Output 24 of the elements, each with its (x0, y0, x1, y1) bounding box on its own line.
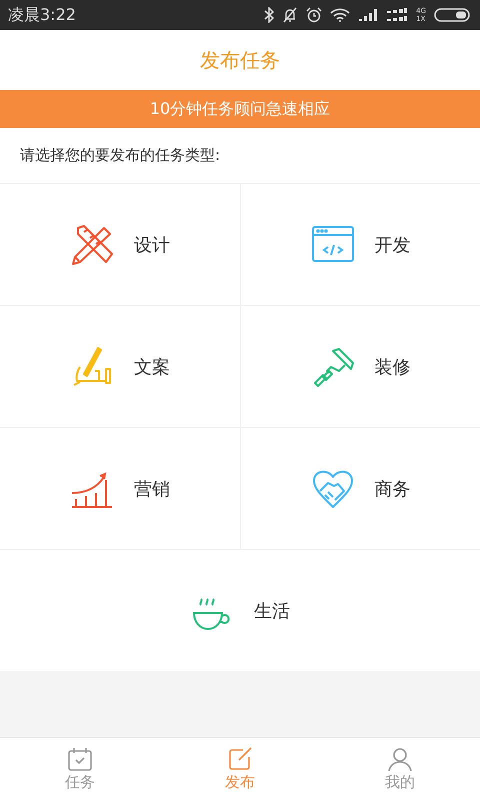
edit-icon (227, 746, 253, 770)
person-icon (387, 746, 413, 770)
battery-icon (434, 8, 470, 22)
category-tile[interactable]: 设计 (0, 184, 240, 306)
code-window-icon (310, 224, 354, 264)
bell-off-icon (282, 7, 298, 23)
status-time: 凌晨3:22 (8, 4, 76, 26)
page-title: 发布任务 (200, 46, 280, 74)
alarm-clock-icon (306, 7, 322, 23)
handshake-heart-icon (310, 468, 354, 508)
signal-icon (386, 8, 408, 22)
prompt-text: 请选择您的要发布的任务类型: (20, 146, 220, 165)
category-tile[interactable]: 装修 (240, 306, 480, 428)
pencil-ruler-icon (70, 224, 114, 264)
category-tile[interactable]: 文案 (0, 306, 240, 428)
signal-icon (358, 8, 378, 22)
category-tile[interactable]: 商务 (240, 428, 480, 550)
wifi-icon (330, 8, 350, 22)
bluetooth-icon (264, 7, 274, 23)
banner-text: 10分钟任务顾问急速相应 (150, 98, 330, 120)
category-tile[interactable]: 开发 (240, 184, 480, 306)
calendar-check-icon (67, 746, 93, 770)
category-tile[interactable]: 生活 (0, 550, 480, 671)
category-tile[interactable]: 营销 (0, 428, 240, 550)
